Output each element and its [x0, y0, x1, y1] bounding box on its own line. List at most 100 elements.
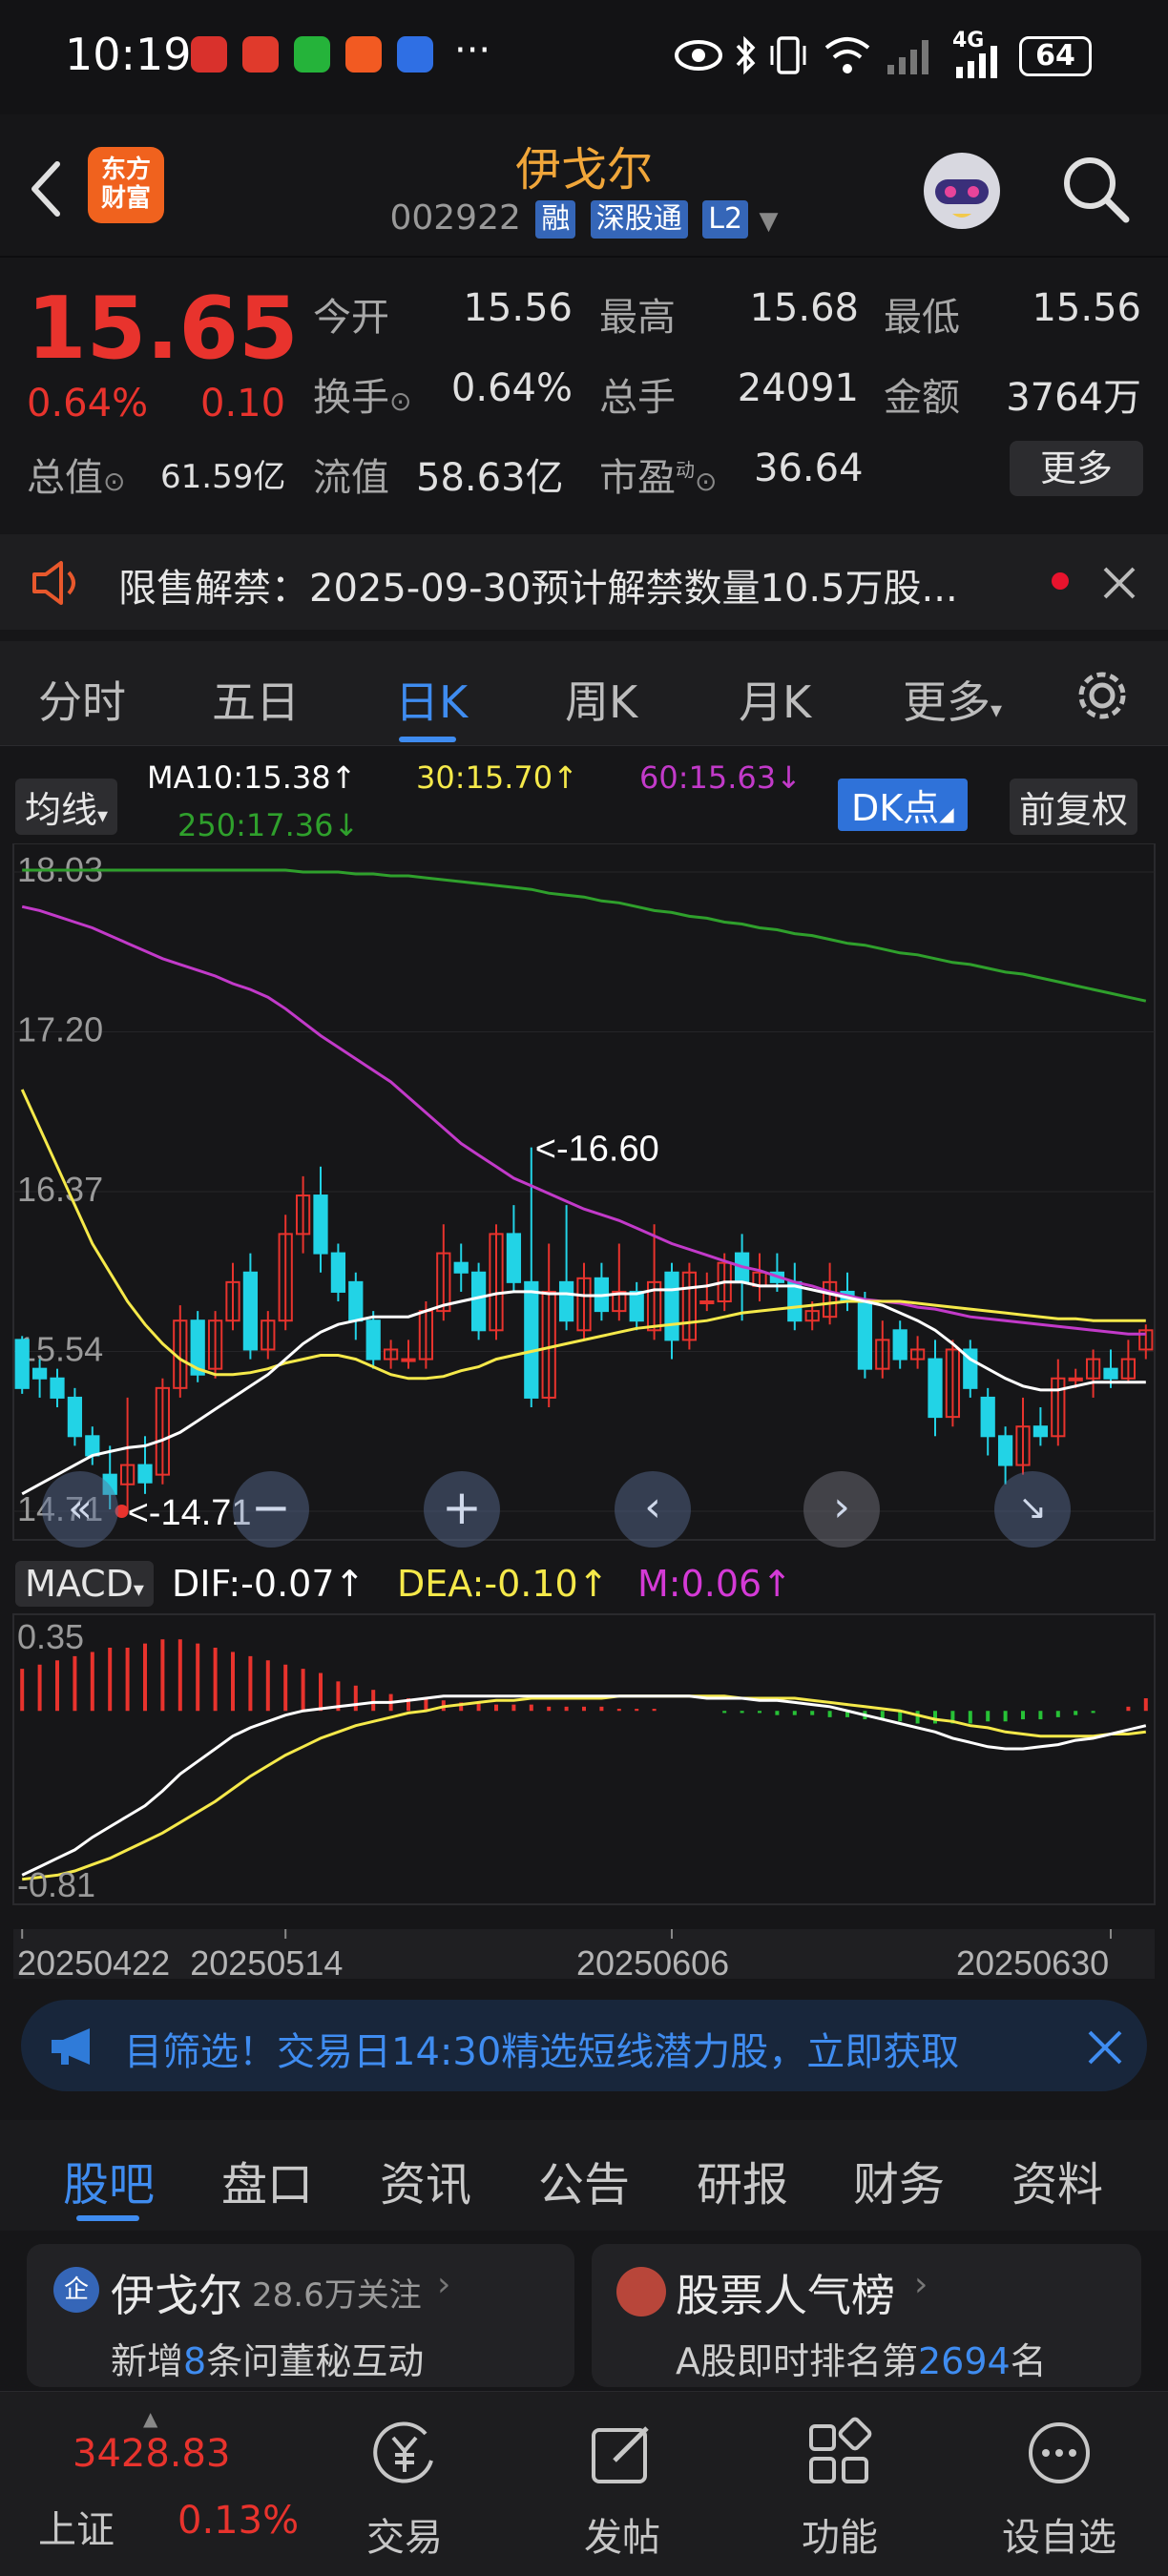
candle-down [85, 1435, 100, 1457]
pe-label: 市盈动⊙ [599, 447, 717, 502]
dea-line [22, 1694, 1146, 1881]
adjust-price-button[interactable]: 前复权 [1010, 779, 1138, 835]
search-icon[interactable] [1059, 151, 1132, 227]
y-tick-label: 15.54 [17, 1330, 103, 1369]
candle-down [313, 1195, 328, 1255]
candle-down [1103, 1367, 1118, 1380]
candle-down [242, 1271, 259, 1351]
pe-label-text: 市盈 [599, 456, 676, 500]
candle-down [470, 1271, 487, 1332]
grid-functions-icon [809, 2417, 872, 2483]
promo-banner[interactable]: 目筛选！交易日14:30精选短线潜力股，立即获取 [21, 2000, 1147, 2091]
interaction-count: 8 [183, 2340, 207, 2382]
mktcap-label: 总值⊙ [27, 447, 125, 502]
tab-guba[interactable]: 股吧 [63, 2147, 155, 2213]
candle-down [14, 1339, 30, 1389]
x-tick-label: 20250514 [190, 1943, 343, 1979]
index-change: 0.13% [177, 2499, 300, 2543]
megaphone-icon [52, 2028, 90, 2065]
pe-value: 36.64 [754, 447, 864, 490]
ma-selector[interactable]: 均线▾ [15, 779, 118, 835]
tab-order-book[interactable]: 盘口 [221, 2147, 313, 2213]
tab-more-label: 更多 [903, 676, 991, 728]
scroll-left-fast-button[interactable]: « [42, 1471, 118, 1548]
max-price-marker: <-16.60 [535, 1130, 659, 1170]
corner-triangle-icon: ◢ [939, 802, 954, 825]
zoom-in-button[interactable]: + [424, 1471, 500, 1548]
close-icon[interactable] [1101, 565, 1137, 601]
popularity-rank: 2694 [918, 2340, 1011, 2382]
eye-icon [675, 40, 722, 71]
more-quote-button[interactable]: 更多 [1010, 441, 1143, 496]
tab-monthly-k[interactable]: 月K [739, 668, 811, 731]
tab-profile[interactable]: 资料 [1012, 2147, 1103, 2213]
tab-announcements[interactable]: 公告 [538, 2147, 630, 2213]
tab-news[interactable]: 资讯 [380, 2147, 471, 2213]
zoom-out-button[interactable]: − [233, 1471, 309, 1548]
popularity-card[interactable]: 股票人气榜 › A股即时排名第2694名 [592, 2244, 1141, 2387]
ma10-legend: MA10:15.38↑ [147, 759, 356, 796]
ma60-arrow: ↓ [776, 759, 802, 796]
app-notification-icon [242, 36, 279, 73]
card-subtitle-suffix: 条问董秘互动 [206, 2340, 425, 2382]
ranking-chart-icon [616, 2267, 666, 2316]
candle-up [401, 1358, 416, 1362]
ma60-value: 60:15.63 [639, 759, 777, 796]
ma60-legend: 60:15.63↓ [639, 759, 802, 796]
margin-tag: 融 [535, 200, 576, 239]
candle-down [928, 1358, 943, 1419]
tab-financials[interactable]: 财务 [853, 2147, 945, 2213]
index-value: 3428.83 [73, 2432, 231, 2476]
candle-down [31, 1367, 48, 1380]
dk-point-button[interactable]: DK点◢ [838, 779, 968, 831]
candle-up [699, 1300, 715, 1305]
tab-weekly-k[interactable]: 周K [565, 668, 637, 731]
scroll-left-button[interactable]: ‹ [615, 1471, 691, 1548]
tab-intraday[interactable]: 分时 [38, 668, 126, 731]
candle-up [1068, 1377, 1083, 1381]
lockup-notice-bar[interactable]: 限售解禁：2025-09-30预计解禁数量10.5万股... [0, 534, 1168, 630]
info-icon[interactable]: ⊙ [695, 466, 717, 497]
fullscreen-button[interactable]: ↘ [994, 1471, 1071, 1548]
bottom-navigation: ▲ 3428.83 上证 0.13% 交易 发帖 功能 设自选 [0, 2391, 1168, 2576]
pe-dynamic-mark: 动 [676, 458, 695, 482]
nav-trade[interactable]: 交易 [319, 2392, 490, 2576]
mktcap-value: 61.59亿 [160, 458, 286, 496]
tab-daily-k[interactable]: 日K [395, 668, 468, 731]
info-icon[interactable]: ⊙ [389, 385, 411, 417]
macd-selector[interactable]: MACD▾ [15, 1561, 154, 1607]
robot-assistant-icon[interactable] [914, 141, 1010, 237]
m-arrow: ↑ [761, 1563, 793, 1605]
index-ticker[interactable]: ▲ 3428.83 上证 0.13% [0, 2392, 300, 2576]
dropdown-caret-icon[interactable]: ▼ [760, 207, 779, 236]
card-title: 伊戈尔 [111, 2270, 242, 2321]
change-amount: 0.10 [200, 382, 286, 426]
close-icon[interactable] [1086, 2028, 1124, 2067]
candle-down [857, 1300, 873, 1370]
tab-more[interactable]: 更多▾ [903, 668, 1002, 731]
vibrate-icon [770, 36, 806, 74]
kline-chart[interactable]: 18.0317.2016.3715.5414.71<-16.60<-14.712… [0, 843, 1168, 1979]
guba-card[interactable]: 企 伊戈尔 28.6万关注 › 新增8条问董秘互动 [27, 2244, 574, 2387]
float-value: 58.63亿 [416, 456, 564, 500]
tab-research[interactable]: 研报 [697, 2147, 788, 2213]
info-icon[interactable]: ⊙ [103, 466, 125, 497]
chevron-right-icon: › [914, 2265, 928, 2304]
settings-gear-icon[interactable] [1073, 666, 1132, 725]
more-notifications-icon: ··· [454, 29, 491, 73]
scroll-right-button[interactable]: › [803, 1471, 880, 1548]
macd-top-label: 0.35 [17, 1617, 84, 1656]
nav-functions[interactable]: 功能 [754, 2392, 926, 2576]
current-price: 15.65 [27, 279, 299, 379]
nav-add-watchlist[interactable]: 设自选 [973, 2392, 1145, 2576]
candle-down [892, 1329, 907, 1361]
dif-line [21, 1694, 1147, 1877]
tab-five-day[interactable]: 五日 [212, 668, 300, 731]
candle-down [365, 1319, 381, 1361]
info-tabs: 股吧 盘口 资讯 公告 研报 财务 资料 [0, 2120, 1168, 2231]
amount-label: 金额 [884, 376, 960, 420]
ma250-line [22, 868, 1147, 1003]
expand-caret-icon: ▲ [143, 2407, 158, 2430]
ma30-value: 30:15.70 [416, 759, 553, 796]
nav-post[interactable]: 发帖 [536, 2392, 708, 2576]
